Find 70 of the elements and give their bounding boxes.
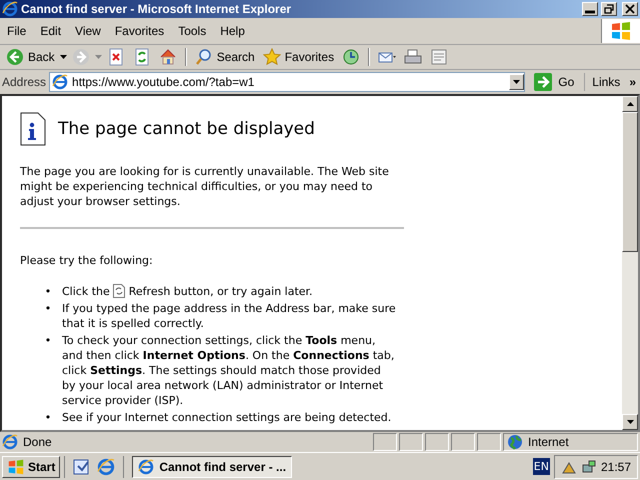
address-field[interactable]: https://www.youtube.com/?tab=w1: [49, 72, 526, 92]
bullet: •: [44, 284, 52, 299]
chevron-button[interactable]: »: [627, 75, 638, 89]
home-icon: [158, 48, 177, 66]
address-text: https://www.youtube.com/?tab=w1: [72, 75, 256, 89]
browser-icon: [2, 1, 18, 17]
taskbar-window-button[interactable]: Cannot find server - ...: [132, 456, 292, 478]
search-button[interactable]: Search: [192, 47, 258, 67]
menu-item[interactable]: Tools: [171, 22, 214, 40]
menu-item[interactable]: Favorites: [108, 22, 172, 40]
network-icon[interactable]: [580, 458, 597, 474]
restore-button[interactable]: [601, 2, 617, 16]
language-indicator[interactable]: EN: [532, 458, 550, 475]
favorites-icon: [262, 48, 281, 66]
print-icon: [404, 48, 422, 66]
bullet: •: [44, 333, 52, 349]
down-arrow-icon: [626, 420, 634, 424]
bullet: •: [44, 301, 52, 317]
windows-logo-icon: [7, 458, 25, 474]
favorites-button[interactable]: Favorites: [260, 47, 338, 67]
refresh-icon: [113, 284, 126, 298]
address-label: Address: [2, 75, 46, 89]
back-icon: [6, 48, 24, 66]
menu-item[interactable]: File: [0, 22, 34, 40]
forward-icon: [72, 48, 90, 66]
up-arrow-icon: [626, 102, 634, 106]
error-heading: The page cannot be displayed: [58, 119, 315, 139]
dropdown-arrow-icon: [513, 80, 520, 84]
browser-icon: [138, 458, 154, 474]
page-icon: [52, 74, 68, 90]
zone-text: Internet: [528, 435, 569, 449]
tip-text: To check your connection settings, click the Tools menu, and then click Internet Options. On the Connections tab, click Settings. The settings should match those provided by your local area network (LAN) administrator or Internet service provider (ISP).: [62, 333, 396, 408]
refresh-icon: [132, 48, 151, 66]
restore-icon: [604, 4, 614, 14]
search-icon: [194, 48, 213, 66]
dropdown-button[interactable]: [509, 74, 524, 90]
globe-icon: [507, 434, 523, 450]
edit-icon: [430, 48, 448, 66]
menu-item[interactable]: Help: [213, 22, 252, 40]
back-button[interactable]: Back: [3, 47, 58, 67]
start-button[interactable]: Start: [2, 456, 60, 478]
tip-text: See if your Internet connection settings are being detected.: [62, 410, 392, 425]
scrollbar[interactable]: [622, 96, 638, 430]
windows-logo-icon: [610, 21, 632, 41]
menu-item[interactable]: Edit: [33, 22, 68, 40]
minimize-button[interactable]: [582, 2, 598, 16]
close-button[interactable]: [622, 2, 638, 16]
stop-icon: [106, 48, 125, 66]
history-icon: [342, 48, 360, 66]
page-icon: [2, 434, 18, 450]
tip-text: If you typed the page address in the Address bar, make sure that it is spelled correctly.: [62, 301, 396, 331]
links-button[interactable]: Links: [588, 75, 624, 89]
arrow-icon: [534, 73, 552, 91]
scroll-up-button[interactable]: [622, 96, 638, 112]
browser-icon: [97, 458, 116, 476]
dropdown-arrow-icon: [94, 55, 102, 59]
clock: 21:57: [600, 460, 631, 474]
status-text: Done: [23, 435, 52, 449]
go-button[interactable]: Go: [528, 73, 586, 91]
window-title: Cannot find server - Microsoft Internet Explorer: [21, 2, 292, 16]
scroll-thumb[interactable]: [622, 112, 638, 252]
close-icon: [625, 4, 635, 14]
dropdown-arrow-icon: [60, 55, 67, 59]
intro-paragraph: The page you are looking for is currently unavailable. The Web site might be experiencing technical difficulties, or you may need to adjust your browser settings.: [20, 164, 390, 209]
scroll-down-button[interactable]: [622, 414, 638, 430]
tip-text: Click the Refresh button, or try again later.: [62, 284, 313, 299]
prompt-text: Please try the following:: [20, 253, 154, 268]
menu-item[interactable]: View: [68, 22, 108, 40]
bullet: •: [44, 410, 52, 425]
info-page-icon: [20, 112, 46, 146]
